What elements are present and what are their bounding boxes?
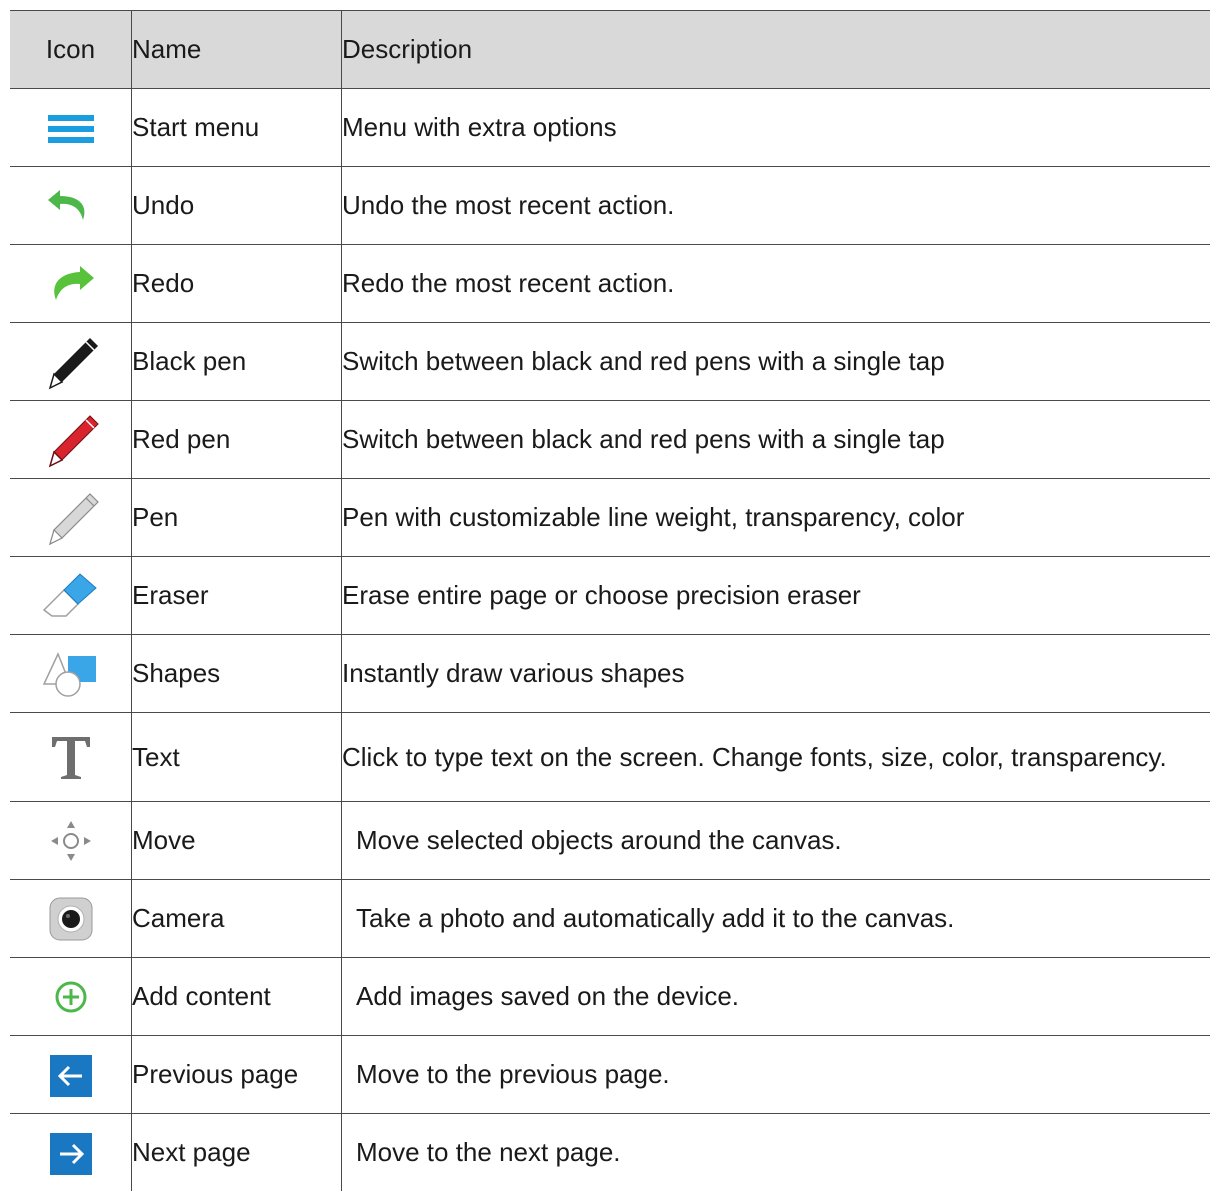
table-row: Eraser Erase entire page or choose preci… (10, 557, 1210, 635)
table-header-row: Icon Name Description (10, 11, 1210, 89)
row-description: Instantly draw various shapes (342, 635, 1211, 713)
table-row: Next page Move to the next page. (10, 1114, 1210, 1191)
row-description: Take a photo and automatically add it to… (342, 880, 1211, 958)
row-name: Red pen (132, 401, 342, 479)
gray-pencil-icon (36, 488, 106, 548)
row-description: Undo the most recent action. (342, 167, 1211, 245)
row-name: Previous page (132, 1036, 342, 1114)
red-pencil-icon (36, 410, 106, 470)
eraser-icon (36, 566, 106, 626)
table-row: Redo Redo the most recent action. (10, 245, 1210, 323)
table-row: Camera Take a photo and automatically ad… (10, 880, 1210, 958)
row-name: Start menu (132, 89, 342, 167)
row-name: Shapes (132, 635, 342, 713)
row-name: Add content (132, 958, 342, 1036)
table-row: Previous page Move to the previous page. (10, 1036, 1210, 1114)
row-name: Next page (132, 1114, 342, 1191)
table-row: Black pen Switch between black and red p… (10, 323, 1210, 401)
camera-lens-icon (36, 889, 106, 949)
arrow-right-icon (36, 1123, 106, 1183)
row-name: Redo (132, 245, 342, 323)
move-arrows-icon (36, 811, 106, 871)
table-row: Text Click to type text on the screen. C… (10, 713, 1210, 802)
table-row: Move Move selected objects around the ca… (10, 802, 1210, 880)
row-description: Move selected objects around the canvas. (342, 802, 1211, 880)
row-description: Switch between black and red pens with a… (342, 323, 1211, 401)
header-description: Description (342, 11, 1211, 89)
row-description: Add images saved on the device. (342, 958, 1211, 1036)
table-row: Pen Pen with customizable line weight, t… (10, 479, 1210, 557)
table-row: Undo Undo the most recent action. (10, 167, 1210, 245)
plus-circle-icon (36, 967, 106, 1027)
row-name: Move (132, 802, 342, 880)
header-name: Name (132, 11, 342, 89)
hamburger-menu-icon (36, 98, 106, 158)
row-name: Eraser (132, 557, 342, 635)
row-name: Camera (132, 880, 342, 958)
row-description: Move to the next page. (342, 1114, 1211, 1191)
table-row: Red pen Switch between black and red pen… (10, 401, 1210, 479)
table-row: Shapes Instantly draw various shapes (10, 635, 1210, 713)
row-description: Move to the previous page. (342, 1036, 1211, 1114)
shapes-icon (36, 644, 106, 704)
row-description: Switch between black and red pens with a… (342, 401, 1211, 479)
row-name: Black pen (132, 323, 342, 401)
text-t-icon (36, 727, 106, 787)
row-name: Text (132, 713, 342, 802)
row-description: Pen with customizable line weight, trans… (342, 479, 1211, 557)
row-description: Erase entire page or choose precision er… (342, 557, 1211, 635)
row-description: Menu with extra options (342, 89, 1211, 167)
row-description: Click to type text on the screen. Change… (342, 713, 1211, 802)
table-row: Start menu Menu with extra options (10, 89, 1210, 167)
row-name: Undo (132, 167, 342, 245)
table-row: Add content Add images saved on the devi… (10, 958, 1210, 1036)
arrow-left-icon (36, 1045, 106, 1105)
row-name: Pen (132, 479, 342, 557)
black-pencil-icon (36, 332, 106, 392)
redo-arrow-icon (36, 254, 106, 314)
row-description: Redo the most recent action. (342, 245, 1211, 323)
header-icon: Icon (10, 11, 132, 89)
toolbar-icons-table: Icon Name Description Start menu Menu wi… (10, 10, 1210, 1191)
undo-arrow-icon (36, 176, 106, 236)
